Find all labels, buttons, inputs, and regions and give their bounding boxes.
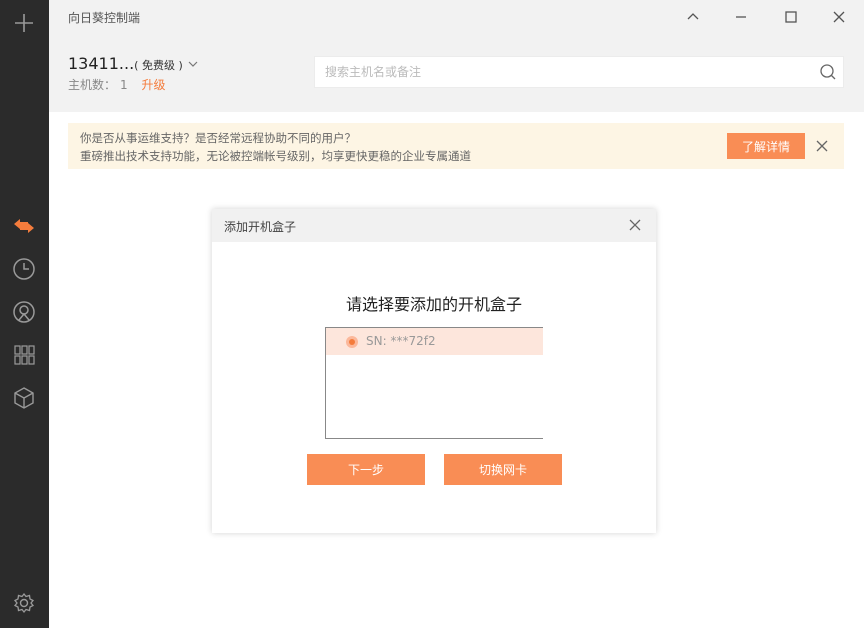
box-sn: SN: ***72f2 — [366, 334, 436, 348]
search-input[interactable] — [315, 57, 805, 87]
box-list: SN: ***72f2 — [325, 327, 543, 439]
discovery-icon[interactable] — [9, 297, 39, 327]
apps-icon[interactable] — [9, 340, 39, 370]
radio-selected[interactable] — [346, 336, 358, 348]
settings-icon[interactable] — [9, 588, 39, 618]
next-button[interactable]: 下一步 — [307, 454, 425, 485]
chevron-up-icon[interactable] — [681, 5, 705, 29]
search-box — [314, 56, 844, 88]
host-count-label: 主机数： — [68, 78, 117, 92]
upgrade-link[interactable]: 升级 — [141, 78, 165, 92]
dialog-header: 添加开机盒子 — [212, 209, 656, 242]
title-bar: 向日葵控制端 — [49, 0, 864, 34]
dialog-heading: 请选择要添加的开机盒子 — [345, 295, 522, 314]
account-tier: ( 免费级 ) — [134, 59, 183, 72]
list-item[interactable]: SN: ***72f2 — [326, 328, 543, 355]
remote-control-icon[interactable] — [9, 211, 39, 241]
minimize-icon[interactable] — [729, 5, 753, 29]
chevron-down-icon[interactable] — [187, 58, 199, 70]
notice-line-1: 你是否从事运维支持？是否经常远程协助不同的用户？ — [80, 131, 356, 145]
add-icon[interactable] — [9, 8, 39, 38]
add-box-dialog: 添加开机盒子 请选择要添加的开机盒子 SN: ***72f2 下一步 切换网卡 — [212, 209, 656, 533]
search-icon[interactable] — [819, 63, 837, 81]
dialog-title: 添加开机盒子 — [224, 220, 297, 234]
host-count-value: 1 — [120, 78, 128, 92]
notice-line-2: 重磅推出技术支持功能，无论被控端帐号级别，均享更快更稳的企业专属通道 — [80, 149, 471, 163]
close-icon[interactable] — [628, 218, 642, 232]
maximize-icon[interactable] — [779, 5, 803, 29]
history-icon[interactable] — [9, 254, 39, 284]
close-icon[interactable] — [827, 5, 851, 29]
learn-more-button[interactable]: 了解详情 — [727, 133, 805, 159]
box-icon[interactable] — [9, 383, 39, 413]
close-icon[interactable] — [813, 137, 831, 155]
header: 13411...( 免费级 ) 主机数： 1 升级 — [49, 34, 864, 112]
sidebar — [0, 0, 49, 628]
switch-nic-button[interactable]: 切换网卡 — [444, 454, 562, 485]
notice-banner: 你是否从事运维支持？是否经常远程协助不同的用户？ 重磅推出技术支持功能，无论被控… — [68, 123, 844, 169]
account-id: 13411... — [68, 54, 135, 73]
account-info[interactable]: 13411...( 免费级 ) — [68, 54, 183, 73]
app-title: 向日葵控制端 — [68, 11, 141, 25]
host-count: 主机数： 1 升级 — [68, 76, 166, 93]
